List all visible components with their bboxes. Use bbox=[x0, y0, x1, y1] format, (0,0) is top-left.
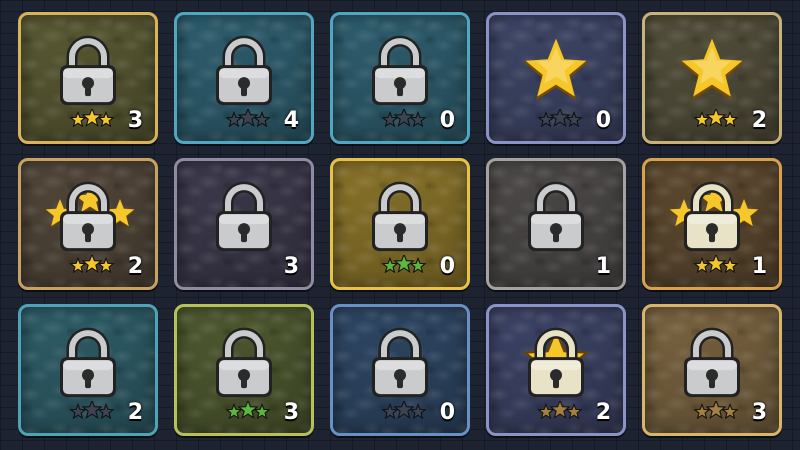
star-rating-icon bbox=[225, 401, 271, 419]
level-tile[interactable]: 2 bbox=[18, 158, 158, 290]
star-rating-icon bbox=[69, 255, 115, 273]
level-tile[interactable]: 2 bbox=[642, 12, 782, 144]
level-count: 2 bbox=[127, 400, 143, 425]
level-count: 1 bbox=[595, 254, 611, 279]
lock-icon bbox=[684, 327, 740, 398]
level-count: 4 bbox=[283, 108, 299, 133]
level-count: 3 bbox=[127, 108, 143, 133]
star-rating-icon bbox=[537, 401, 583, 419]
lock-icon bbox=[60, 35, 116, 106]
lock-icon bbox=[684, 181, 740, 252]
level-tile[interactable]: 1 bbox=[486, 158, 626, 290]
level-tile[interactable]: 3 bbox=[642, 304, 782, 436]
level-grid: 3 4 0 0 2 2 3 0 1 1 2 3 0 2 3 bbox=[18, 12, 782, 436]
star-rating-icon bbox=[69, 401, 115, 419]
level-tile[interactable]: 1 bbox=[642, 158, 782, 290]
lock-icon bbox=[60, 327, 116, 398]
level-count: 0 bbox=[439, 108, 455, 133]
lock-icon bbox=[216, 327, 272, 398]
lock-icon bbox=[372, 327, 428, 398]
level-tile[interactable]: 0 bbox=[486, 12, 626, 144]
gold-star-icon bbox=[679, 38, 745, 101]
lock-icon bbox=[372, 35, 428, 106]
level-tile[interactable]: 4 bbox=[174, 12, 314, 144]
level-count: 1 bbox=[751, 254, 767, 279]
level-tile[interactable]: 2 bbox=[18, 304, 158, 436]
level-tile[interactable]: 3 bbox=[18, 12, 158, 144]
level-count: 0 bbox=[595, 108, 611, 133]
level-tile[interactable]: 0 bbox=[330, 158, 470, 290]
star-rating-icon bbox=[381, 109, 427, 127]
level-tile[interactable]: 0 bbox=[330, 12, 470, 144]
level-tile[interactable]: 3 bbox=[174, 304, 314, 436]
lock-icon bbox=[216, 181, 272, 252]
lock-icon bbox=[528, 327, 584, 398]
level-count: 2 bbox=[595, 400, 611, 425]
level-count: 3 bbox=[283, 400, 299, 425]
lock-icon bbox=[216, 35, 272, 106]
level-count: 0 bbox=[439, 254, 455, 279]
lock-icon bbox=[372, 181, 428, 252]
star-rating-icon bbox=[381, 255, 427, 273]
gold-star-icon bbox=[523, 38, 589, 101]
level-count: 2 bbox=[751, 108, 767, 133]
level-count: 3 bbox=[283, 254, 299, 279]
level-count: 2 bbox=[127, 254, 143, 279]
level-count: 0 bbox=[439, 400, 455, 425]
star-rating-icon bbox=[693, 109, 739, 127]
star-rating-icon bbox=[537, 109, 583, 127]
lock-icon bbox=[528, 181, 584, 252]
lock-icon bbox=[60, 181, 116, 252]
level-tile[interactable]: 2 bbox=[486, 304, 626, 436]
level-count: 3 bbox=[751, 400, 767, 425]
star-rating-icon bbox=[381, 401, 427, 419]
level-tile[interactable]: 0 bbox=[330, 304, 470, 436]
star-rating-icon bbox=[69, 109, 115, 127]
star-rating-icon bbox=[693, 401, 739, 419]
level-tile[interactable]: 3 bbox=[174, 158, 314, 290]
star-rating-icon bbox=[693, 255, 739, 273]
star-rating-icon bbox=[225, 109, 271, 127]
